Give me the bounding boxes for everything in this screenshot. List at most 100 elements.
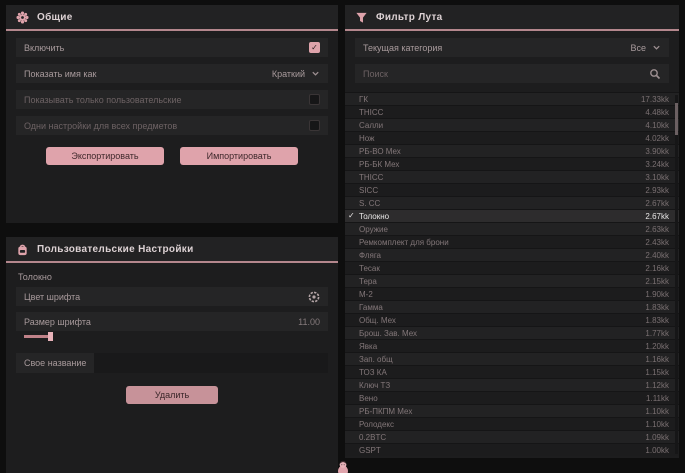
only-custom-label: Показывать только пользовательские (24, 95, 182, 105)
search-input[interactable] (363, 69, 649, 79)
loot-list-item[interactable]: 0.2BTC 1.09kk (345, 430, 679, 443)
loot-list-item[interactable]: М-2 1.90kk (345, 287, 679, 300)
loot-list-item[interactable]: THICC 3.10kk (345, 170, 679, 183)
magnifier-icon[interactable] (649, 68, 661, 80)
loot-item-value: 1.77kk (645, 329, 669, 338)
loot-item-name: РБ-БК Мех (359, 160, 645, 169)
general-panel-title: Общие (37, 12, 73, 23)
loot-item-value: 4.02kk (645, 134, 669, 143)
loot-list-item[interactable]: Ремкомплект для брони 2.43kk (345, 235, 679, 248)
loot-item-name: Брош. Зав. Мех (359, 329, 645, 338)
font-size-row: Размер шрифта 11.00 (16, 312, 328, 331)
loot-list-item[interactable]: РБ-БК Мех 3.24kk (345, 157, 679, 170)
custom-settings-header: Пользовательские Настройки (6, 237, 338, 263)
loot-item-value: 2.16kk (645, 264, 669, 273)
loot-item-name: РБ-ПКПМ Мех (359, 407, 645, 416)
category-label: Текущая категория (363, 43, 442, 53)
name-display-select[interactable]: Краткий (272, 69, 320, 79)
loot-item-value: 1.20kk (645, 342, 669, 351)
loot-list-item[interactable]: Ключ ТЗ 1.12kk (345, 378, 679, 391)
loot-item-name: ТОЗ КА (359, 368, 645, 377)
loot-list-item[interactable]: РБ-ПКПМ Мех 1.10kk (345, 404, 679, 417)
scrollbar-thumb[interactable] (675, 103, 678, 135)
font-size-slider[interactable] (24, 335, 320, 339)
loot-item-value: 2.43kk (645, 238, 669, 247)
loot-item-value: 1.83kk (645, 316, 669, 325)
loot-list-item[interactable]: Фляга 2.40kk (345, 248, 679, 261)
loot-list-item[interactable]: ГК 17.33kk (345, 92, 679, 105)
loot-item-value: 1.16kk (645, 355, 669, 364)
loot-list-item[interactable]: Брош. Зав. Мех 1.77kk (345, 326, 679, 339)
loot-item-value: 2.15kk (645, 277, 669, 286)
loot-list-item[interactable]: SICC 2.93kk (345, 183, 679, 196)
loot-list-item[interactable]: ТОЗ КА 1.15kk (345, 365, 679, 378)
general-panel-header: Общие (6, 5, 338, 31)
loot-item-name: Зап. общ (359, 355, 645, 364)
category-row: Текущая категория Все (355, 38, 669, 57)
custom-name-input[interactable] (94, 353, 328, 373)
loot-item-value: 2.40kk (645, 251, 669, 260)
loot-list-item[interactable]: Общ. Мех 1.83kk (345, 313, 679, 326)
loot-item-name: Гамма (359, 303, 645, 312)
loot-list-item[interactable]: Ролодекс 1.10kk (345, 417, 679, 430)
loot-item-name: Ролодекс (359, 420, 645, 429)
loot-item-name: Нож (359, 134, 645, 143)
loot-list-item[interactable]: Тесак 2.16kk (345, 261, 679, 274)
loot-item-value: 1.00kk (645, 446, 669, 455)
enable-checkbox[interactable]: ✓ (309, 42, 320, 53)
name-display-value: Краткий (272, 69, 305, 79)
loot-item-value: 1.15kk (645, 368, 669, 377)
loot-item-name: THICC (359, 173, 645, 182)
setting-row-only-custom: Показывать только пользовательские (16, 90, 328, 109)
loot-list-item[interactable]: THICC 4.48kk (345, 105, 679, 118)
custom-settings-title: Пользовательские Настройки (37, 244, 194, 255)
loot-list-item[interactable]: GSPT 1.00kk (345, 443, 679, 456)
slider-thumb[interactable] (48, 332, 53, 341)
loot-item-value: 1.83kk (645, 303, 669, 312)
loot-list-item[interactable]: ✓ Толокно 2.67kk (345, 209, 679, 222)
loot-item-name: Тера (359, 277, 645, 286)
loot-item-value: 4.48kk (645, 108, 669, 117)
selected-item-name: Толокно (18, 272, 326, 282)
loot-item-value: 3.24kk (645, 160, 669, 169)
loot-list-item[interactable]: Гамма 1.83kk (345, 300, 679, 313)
loot-item-name: РБ-ВО Мех (359, 147, 645, 156)
same-settings-checkbox[interactable] (309, 120, 320, 131)
loot-item-name: Оружие (359, 225, 645, 234)
loot-list-item[interactable]: Салли 4.10kk (345, 118, 679, 131)
loot-filter-header: Фильтр Лута (345, 5, 679, 31)
mascot-figure-icon[interactable] (335, 458, 351, 473)
category-select[interactable]: Все (630, 43, 661, 53)
loot-list-item[interactable]: Зап. общ 1.16kk (345, 352, 679, 365)
loot-item-name: Вено (359, 394, 646, 403)
loot-list-item[interactable]: РБ-ВО Мех 3.90kk (345, 144, 679, 157)
loot-list-item[interactable]: S. CC 2.67kk (345, 196, 679, 209)
loot-item-name: ГК (359, 95, 641, 104)
delete-button[interactable]: Удалить (126, 386, 218, 404)
backpack-icon (16, 243, 29, 256)
loot-item-name: Тесак (359, 264, 645, 273)
chevron-down-icon (652, 43, 661, 52)
loot-filter-title: Фильтр Лута (376, 12, 443, 23)
scrollbar[interactable] (675, 95, 678, 454)
only-custom-checkbox[interactable] (309, 94, 320, 105)
loot-item-value: 2.63kk (645, 225, 669, 234)
loot-list-item[interactable]: Оружие 2.63kk (345, 222, 679, 235)
loot-item-value: 2.93kk (645, 186, 669, 195)
loot-item-value: 1.12kk (645, 381, 669, 390)
loot-list: ГК 17.33kk THICC 4.48kk Салли 4.10kk Нож… (345, 92, 679, 456)
font-color-label: Цвет шрифта (24, 292, 80, 302)
loot-list-item[interactable]: Нож 4.02kk (345, 131, 679, 144)
loot-list-item[interactable]: Тера 2.15kk (345, 274, 679, 287)
loot-item-name: GSPT (359, 446, 645, 455)
loot-item-value: 1.09kk (645, 433, 669, 442)
loot-list-item[interactable]: Вено 1.11kk (345, 391, 679, 404)
loot-item-name: SICC (359, 186, 645, 195)
export-import-row: Экспортировать Импортировать (6, 147, 338, 165)
import-button[interactable]: Импортировать (180, 147, 298, 165)
enable-label: Включить (24, 43, 64, 53)
color-wheel-icon[interactable] (308, 291, 320, 303)
export-button[interactable]: Экспортировать (46, 147, 164, 165)
loot-list-item[interactable]: Явка 1.20kk (345, 339, 679, 352)
setting-row-name-display: Показать имя как Краткий (16, 64, 328, 83)
